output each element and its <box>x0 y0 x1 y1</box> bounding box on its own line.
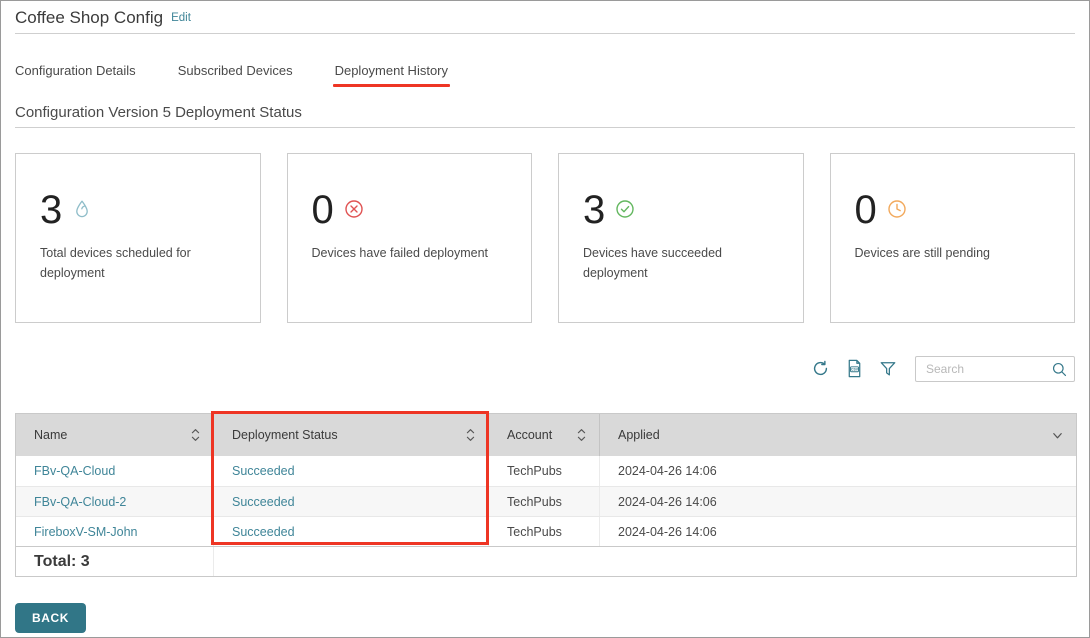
table-row[interactable]: FireboxV-SM-John Succeeded TechPubs 2024… <box>16 516 1076 546</box>
applied-cell: 2024-04-26 14:06 <box>618 495 717 509</box>
deployment-status-link[interactable]: Succeeded <box>232 495 295 509</box>
table-footer-spacer <box>214 547 1076 576</box>
tab-bar: Configuration Details Subscribed Devices… <box>15 63 448 78</box>
title-bar: Coffee Shop Config Edit <box>15 1 1075 34</box>
section-title-bar: Configuration Version 5 Deployment Statu… <box>15 104 1075 128</box>
search-input[interactable] <box>915 356 1075 382</box>
account-cell: TechPubs <box>507 495 562 509</box>
deployment-status-link[interactable]: Succeeded <box>232 525 295 539</box>
filter-button[interactable] <box>875 356 901 382</box>
tab-configuration-details[interactable]: Configuration Details <box>15 63 136 78</box>
column-header-deployment-status[interactable]: Deployment Status <box>214 414 489 456</box>
sort-icon[interactable] <box>465 427 476 443</box>
export-csv-button[interactable]: CSV <box>841 356 867 382</box>
svg-text:CSV: CSV <box>850 368 858 372</box>
tab-deployment-history[interactable]: Deployment History <box>335 63 448 78</box>
column-menu-chevron-down-icon[interactable] <box>1051 429 1064 442</box>
tab-label: Subscribed Devices <box>178 63 293 78</box>
failed-count: 0 <box>312 190 334 230</box>
column-header-applied[interactable]: Applied <box>600 414 1076 456</box>
refresh-icon <box>811 359 830 378</box>
search-field-wrap <box>915 356 1075 382</box>
column-label: Name <box>34 428 67 442</box>
column-label: Deployment Status <box>232 428 338 442</box>
deployment-status-link[interactable]: Succeeded <box>232 464 295 478</box>
red-underline-annotation <box>333 84 450 87</box>
succeeded-circle-check-icon <box>615 199 635 219</box>
deployment-history-page: Coffee Shop Config Edit Configuration Det… <box>0 0 1090 638</box>
section-title: Configuration Version 5 Deployment Statu… <box>15 104 302 121</box>
table-total: Total: 3 <box>16 547 214 576</box>
scheduled-label: Total devices scheduled for deployment <box>40 243 240 283</box>
sort-icon[interactable] <box>190 427 201 443</box>
failed-label: Devices have failed deployment <box>312 243 512 263</box>
column-label: Account <box>507 428 552 442</box>
stat-card-succeeded: 3 Devices have succeeded deployment <box>558 153 804 323</box>
table-footer-row: Total: 3 <box>16 546 1076 576</box>
account-cell: TechPubs <box>507 525 562 539</box>
pending-count: 0 <box>855 190 877 230</box>
table-row[interactable]: FBv-QA-Cloud-2 Succeeded TechPubs 2024-0… <box>16 486 1076 516</box>
column-header-account[interactable]: Account <box>489 414 600 456</box>
edit-link[interactable]: Edit <box>171 12 191 24</box>
column-header-name[interactable]: Name <box>16 414 214 456</box>
device-name-link[interactable]: FBv-QA-Cloud-2 <box>34 495 126 509</box>
sort-icon[interactable] <box>576 427 587 443</box>
page-title: Coffee Shop Config <box>15 8 163 28</box>
tab-label: Deployment History <box>335 63 448 78</box>
tab-label: Configuration Details <box>15 63 136 78</box>
stat-card-failed: 0 Devices have failed deployment <box>287 153 533 323</box>
pending-label: Devices are still pending <box>855 243 1055 263</box>
column-label: Applied <box>618 428 660 442</box>
table-header-row: Name Deployment Status Account Applied <box>16 414 1076 456</box>
scheduled-count: 3 <box>40 190 62 230</box>
stat-card-scheduled: 3 Total devices scheduled for deployment <box>15 153 261 323</box>
csv-file-icon: CSV <box>845 359 864 378</box>
pending-clock-icon <box>887 199 907 219</box>
applied-cell: 2024-04-26 14:06 <box>618 525 717 539</box>
deployment-table: Name Deployment Status Account Applied <box>15 413 1077 577</box>
table-toolbar: CSV <box>807 355 1075 382</box>
tab-subscribed-devices[interactable]: Subscribed Devices <box>178 63 293 78</box>
refresh-button[interactable] <box>807 356 833 382</box>
account-cell: TechPubs <box>507 464 562 478</box>
failed-circle-x-icon <box>344 199 364 219</box>
stat-card-pending: 0 Devices are still pending <box>830 153 1076 323</box>
device-name-link[interactable]: FBv-QA-Cloud <box>34 464 115 478</box>
device-name-link[interactable]: FireboxV-SM-John <box>34 525 138 539</box>
filter-funnel-icon <box>879 360 897 378</box>
back-button[interactable]: BACK <box>15 603 86 633</box>
applied-cell: 2024-04-26 14:06 <box>618 464 717 478</box>
succeeded-count: 3 <box>583 190 605 230</box>
deployment-drop-icon <box>72 199 92 219</box>
stat-cards: 3 Total devices scheduled for deployment… <box>15 153 1075 323</box>
table-row[interactable]: FBv-QA-Cloud Succeeded TechPubs 2024-04-… <box>16 456 1076 486</box>
succeeded-label: Devices have succeeded deployment <box>583 243 783 283</box>
